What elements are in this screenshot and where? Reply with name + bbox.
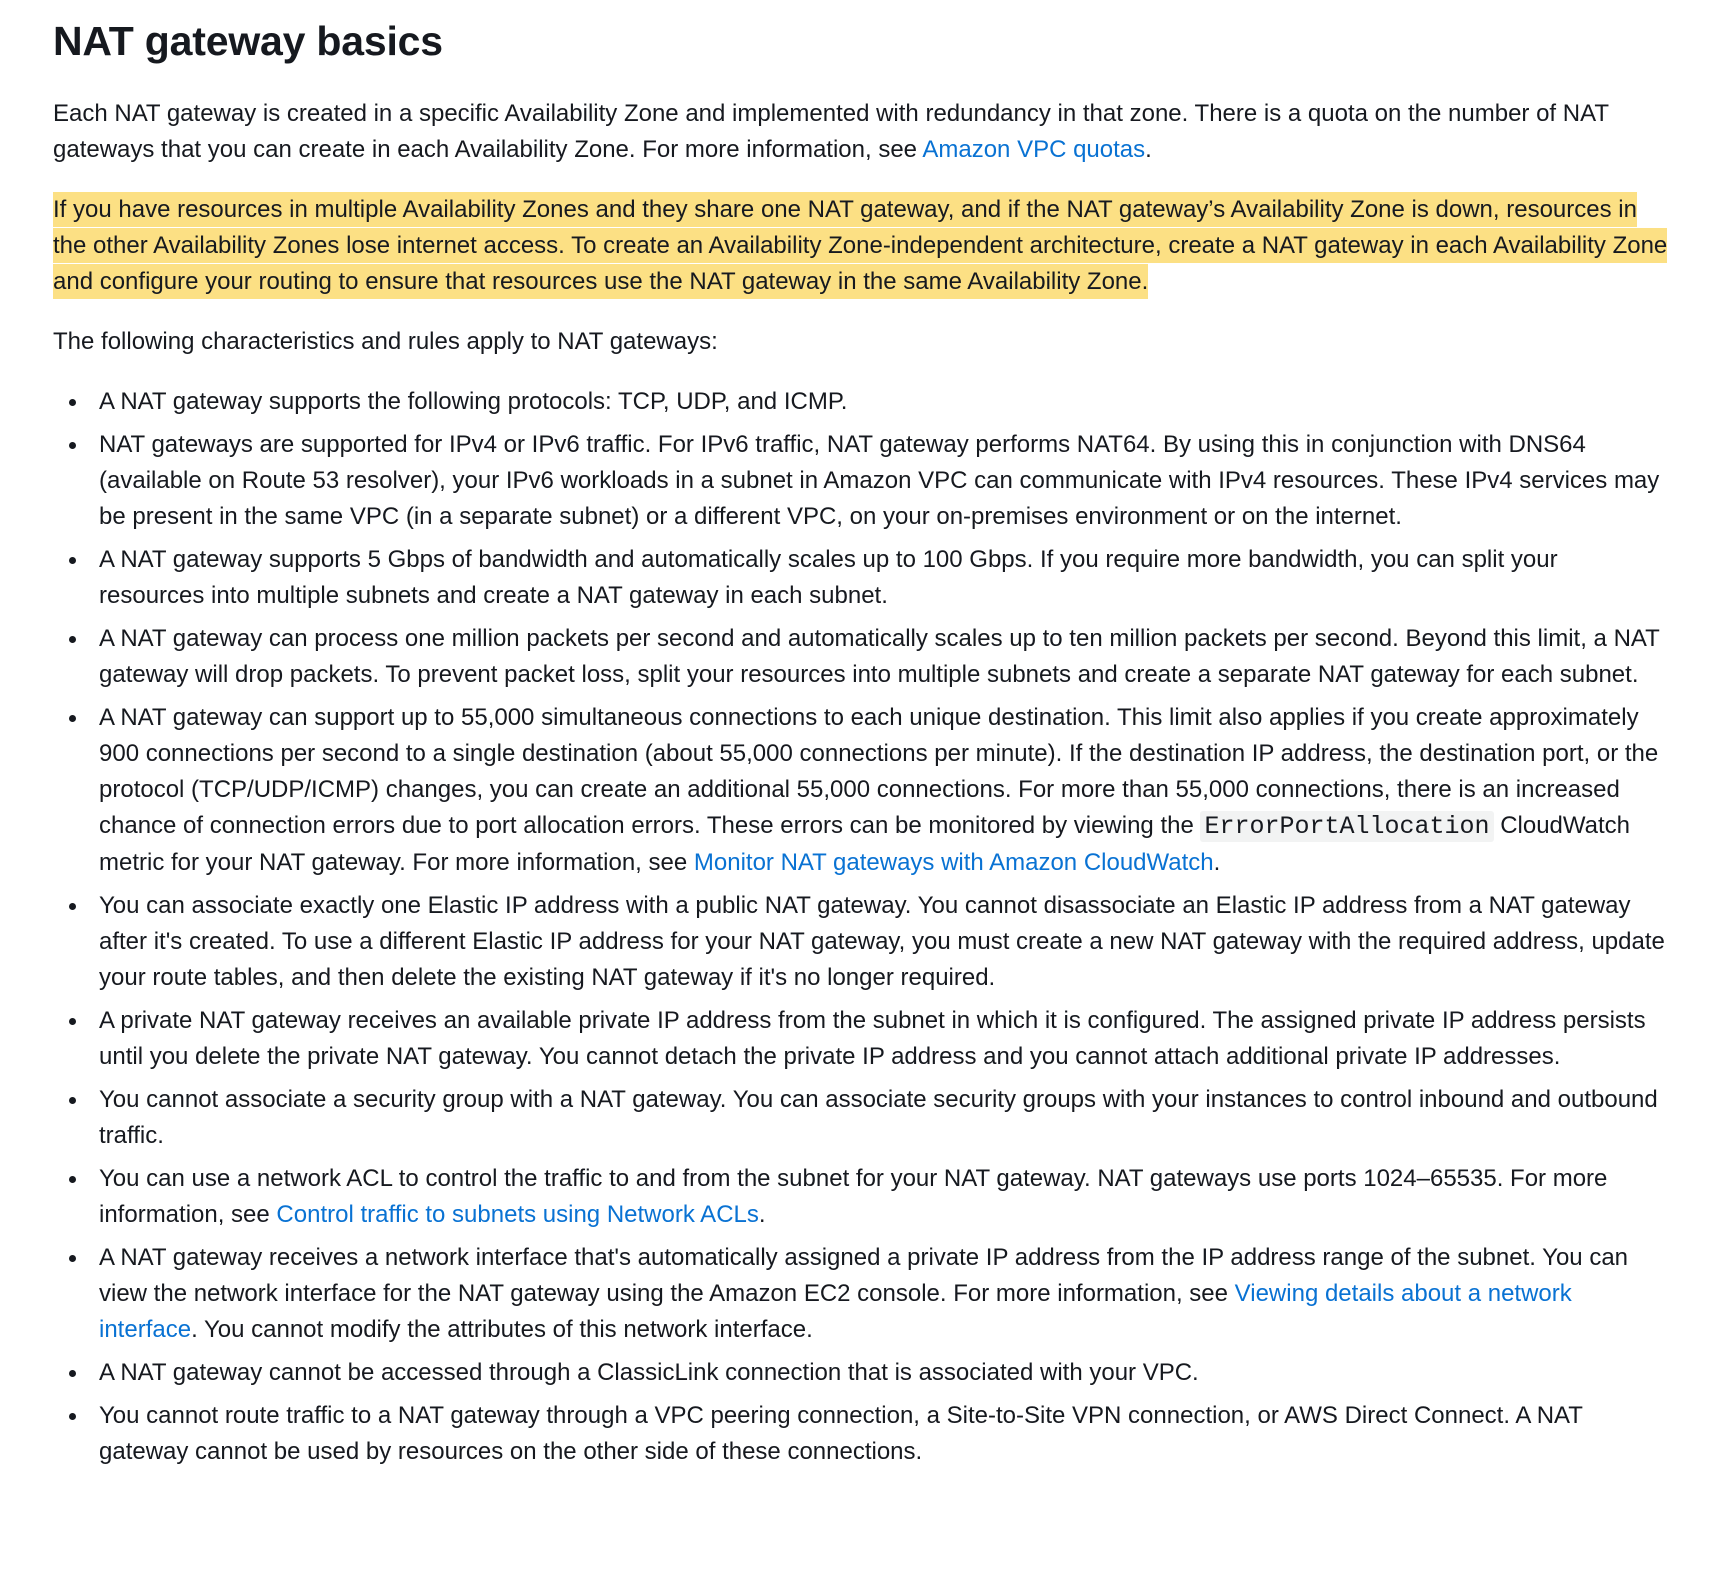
- list-item: You cannot associate a security group wi…: [69, 1082, 1668, 1154]
- list-item: A NAT gateway receives a network interfa…: [69, 1240, 1668, 1348]
- vpc-quotas-link[interactable]: Amazon VPC quotas: [922, 136, 1145, 163]
- list-item: You cannot route traffic to a NAT gatewa…: [69, 1398, 1668, 1470]
- item-text: A NAT gateway can process one million pa…: [99, 625, 1660, 689]
- item-text: You can associate exactly one Elastic IP…: [99, 892, 1665, 992]
- list-item: You can associate exactly one Elastic IP…: [69, 888, 1668, 996]
- item-after: .: [758, 1201, 766, 1229]
- item-text: You cannot route traffic to a NAT gatewa…: [99, 1402, 1583, 1466]
- intro-paragraph: Each NAT gateway is created in a specifi…: [53, 96, 1668, 168]
- item-text: You cannot associate a security group wi…: [99, 1086, 1658, 1150]
- list-item: A private NAT gateway receives an availa…: [69, 1003, 1668, 1075]
- list-item: You can use a network ACL to control the…: [69, 1161, 1668, 1233]
- list-item: A NAT gateway cannot be accessed through…: [69, 1355, 1668, 1391]
- intro-after: .: [1145, 136, 1152, 164]
- bullet-icon: [69, 715, 76, 723]
- item-after: .: [1213, 849, 1221, 877]
- item-text: A NAT gateway supports 5 Gbps of bandwid…: [99, 546, 1558, 610]
- bullet-icon: [69, 442, 76, 450]
- list-item: A NAT gateway can process one million pa…: [69, 621, 1668, 693]
- bullet-icon: [69, 557, 76, 565]
- rules-intro: The following characteristics and rules …: [53, 328, 718, 356]
- bullet-icon: [69, 1370, 76, 1378]
- bullet-icon: [69, 399, 76, 407]
- doc-page: NAT gateway basics Each NAT gateway is c…: [0, 0, 1716, 1470]
- list-item: A NAT gateway supports the following pro…: [69, 384, 1668, 420]
- list-item: A NAT gateway can support up to 55,000 s…: [69, 700, 1668, 881]
- item-text: A NAT gateway supports the following pro…: [99, 388, 848, 416]
- bullet-icon: [69, 1018, 76, 1026]
- monitor-cloudwatch-link[interactable]: Monitor NAT gateways with Amazon CloudWa…: [694, 849, 1214, 876]
- bullet-icon: [69, 1255, 76, 1263]
- bullet-icon: [69, 636, 76, 644]
- list-item: A NAT gateway supports 5 Gbps of bandwid…: [69, 542, 1668, 614]
- az-highlight-paragraph: If you have resources in multiple Availa…: [53, 192, 1668, 300]
- error-port-allocation-code: ErrorPortAllocation: [1200, 811, 1494, 843]
- bullet-icon: [69, 1097, 76, 1105]
- network-acls-link[interactable]: Control traffic to subnets using Network…: [276, 1201, 758, 1228]
- bullet-icon: [69, 1413, 76, 1421]
- bullet-icon: [69, 1176, 76, 1184]
- item-text: NAT gateways are supported for IPv4 or I…: [99, 431, 1660, 531]
- list-item: NAT gateways are supported for IPv4 or I…: [69, 427, 1668, 535]
- item-after: . You cannot modify the attributes of th…: [191, 1316, 813, 1344]
- bullet-icon: [69, 903, 76, 911]
- item-text: A NAT gateway cannot be accessed through…: [99, 1359, 1199, 1387]
- item-text: A private NAT gateway receives an availa…: [99, 1007, 1646, 1071]
- page-title: NAT gateway basics: [53, 18, 443, 64]
- az-highlight-text: If you have resources in multiple Availa…: [53, 192, 1668, 300]
- rules-list: A NAT gateway supports the following pro…: [53, 384, 1668, 1470]
- intro-text: Each NAT gateway is created in a specifi…: [53, 100, 1609, 164]
